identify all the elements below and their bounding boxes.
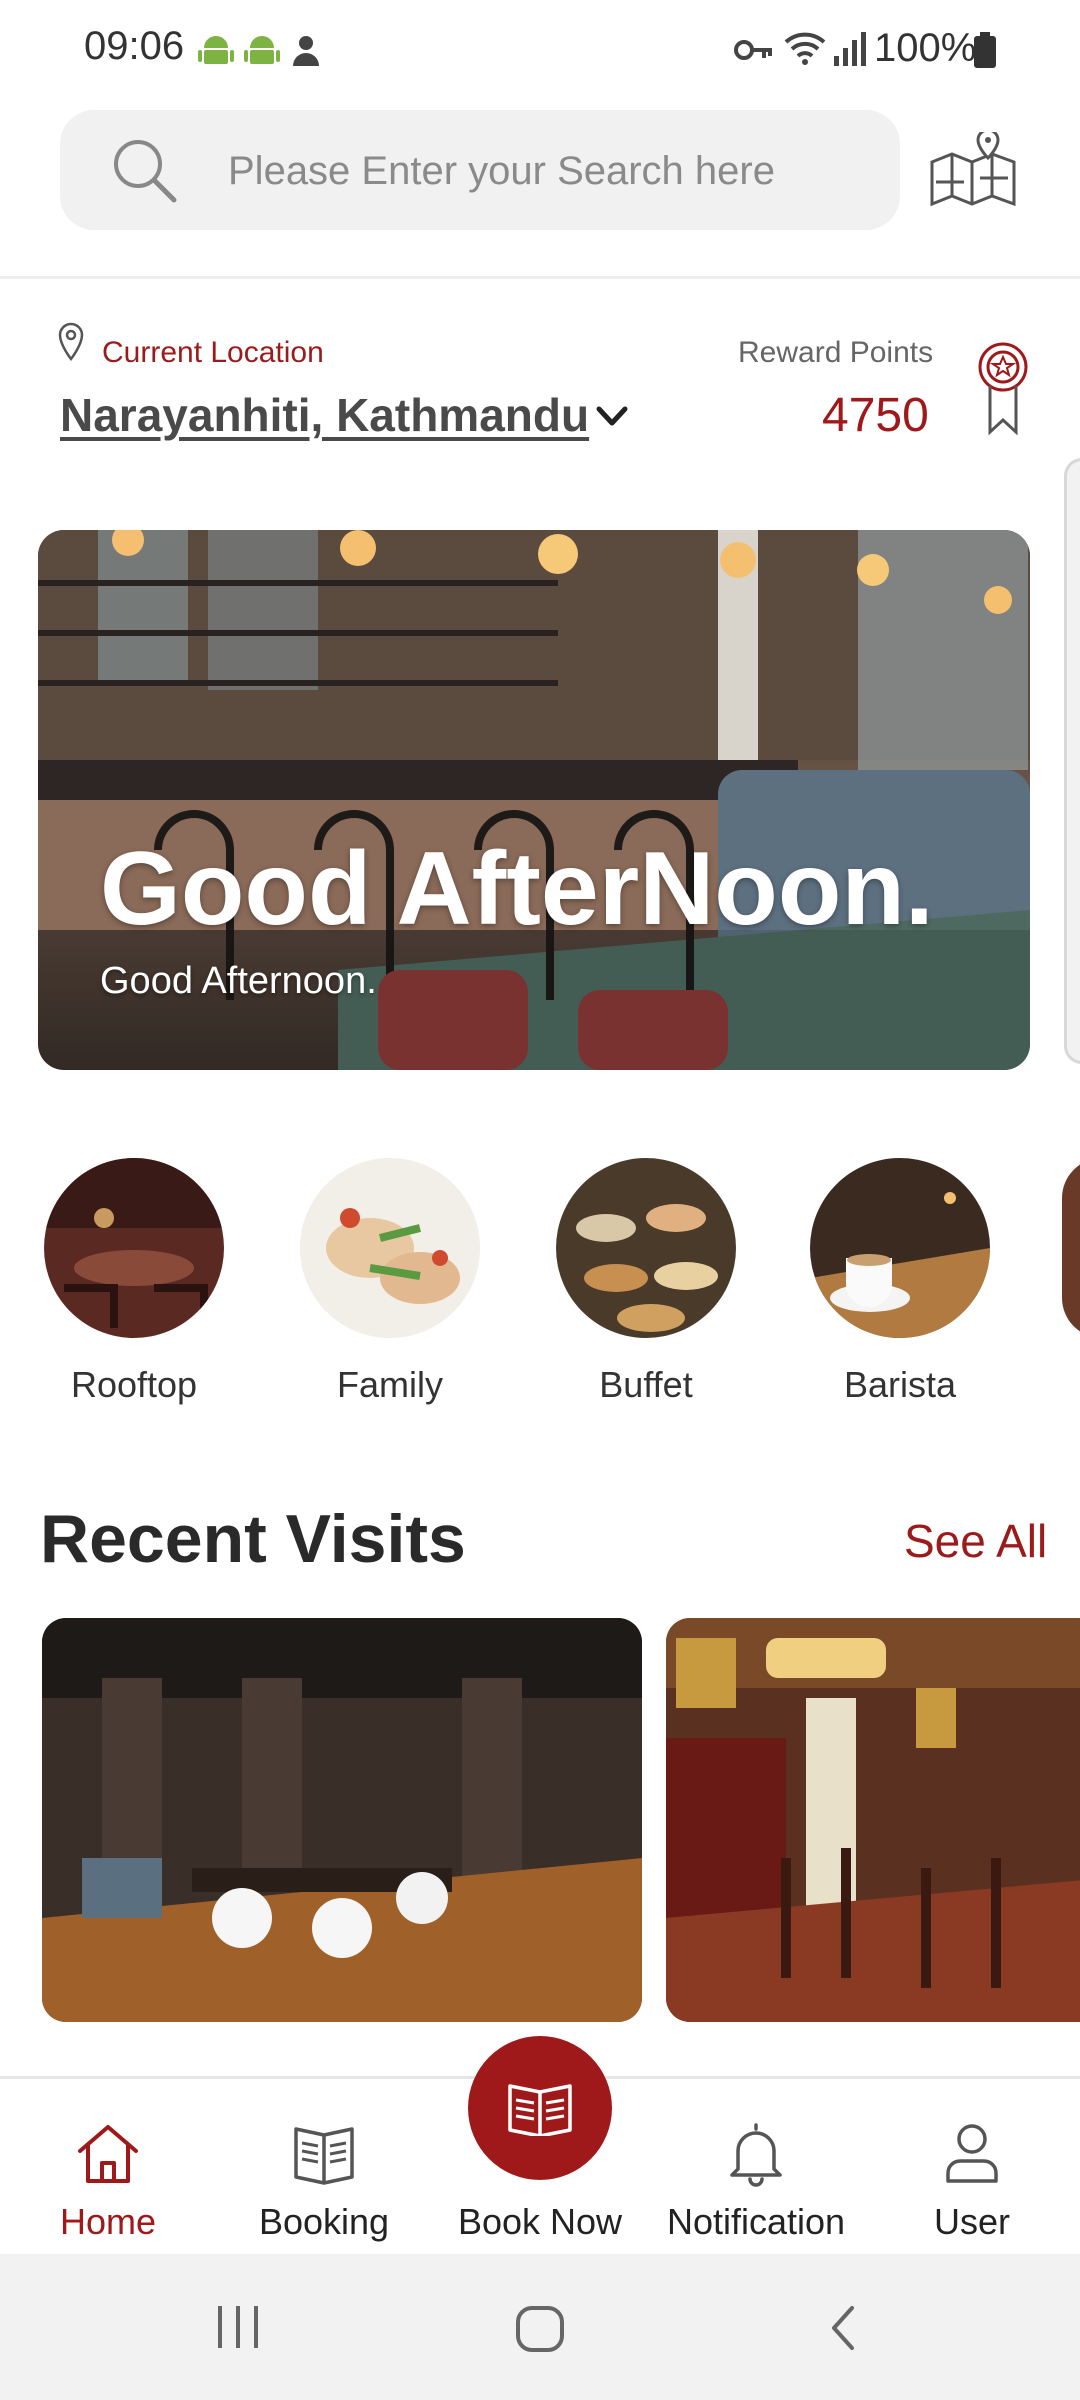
category-family[interactable]: Family	[280, 1158, 500, 1406]
reward-points-label: Reward Points	[738, 336, 934, 369]
nav-booking[interactable]: Booking	[216, 2079, 432, 2257]
current-location-label: Current Location	[102, 336, 324, 369]
location-pin-icon	[58, 322, 84, 362]
recent-visits-title: Recent Visits	[40, 1501, 466, 1577]
next-banner-peek[interactable]	[1064, 458, 1080, 1064]
category-image	[300, 1158, 480, 1338]
category-image	[810, 1158, 990, 1338]
category-image	[44, 1158, 224, 1338]
search-icon	[114, 140, 177, 203]
battery-icon	[974, 32, 996, 68]
location-selector[interactable]: Narayanhiti, Kathmandu	[60, 388, 589, 442]
book-icon	[294, 2127, 354, 2185]
bell-icon	[730, 2123, 782, 2187]
see-all-link[interactable]: See All	[904, 1514, 1047, 1568]
search-input[interactable]	[226, 136, 870, 206]
battery-percent: 100%	[874, 26, 977, 70]
category-peek[interactable]	[1062, 1158, 1080, 1338]
android-icon	[198, 36, 234, 64]
wifi-icon	[784, 32, 826, 65]
recent-visit-card[interactable]	[666, 1618, 1080, 2022]
status-bar: 09:06 100%	[0, 0, 1080, 100]
system-nav-bar	[0, 2254, 1080, 2400]
category-barista[interactable]: Barista	[790, 1158, 1010, 1406]
nav-label: Book Now	[457, 2201, 623, 2242]
nav-label: Home	[59, 2201, 157, 2242]
signal-icon	[834, 32, 866, 66]
back-icon[interactable]	[826, 2304, 860, 2352]
nav-notification[interactable]: Notification	[648, 2079, 864, 2257]
map-icon[interactable]	[928, 132, 1018, 208]
chevron-down-icon[interactable]	[596, 406, 628, 428]
category-label: Rooftop	[70, 1364, 198, 1405]
banner-subtitle: Good Afternoon.	[100, 960, 377, 1002]
reward-badge-icon[interactable]	[976, 340, 1030, 436]
banner-title: Good AfterNoon.	[100, 831, 934, 947]
nav-label: Notification	[666, 2201, 846, 2242]
vpn-key-icon	[734, 40, 772, 60]
header-divider	[0, 276, 1080, 279]
book-now-button[interactable]	[468, 2036, 612, 2180]
category-image	[556, 1158, 736, 1338]
recent-visit-card[interactable]	[42, 1618, 642, 2022]
open-book-icon	[508, 2084, 572, 2136]
category-buffet[interactable]: Buffet	[536, 1158, 756, 1406]
nav-label: User	[933, 2201, 1010, 2242]
promo-banner[interactable]: Good AfterNoon. Good Afternoon.	[38, 530, 1030, 1070]
nav-user[interactable]: User	[864, 2079, 1080, 2257]
recent-apps-icon[interactable]	[214, 2304, 264, 2350]
status-time: 09:06	[84, 24, 185, 68]
category-label: Family	[337, 1364, 443, 1405]
nav-home[interactable]: Home	[0, 2079, 216, 2257]
category-label: Barista	[843, 1364, 957, 1405]
reward-points-value: 4750	[822, 389, 929, 442]
search-bar[interactable]	[60, 110, 900, 230]
restaurant-image	[666, 1618, 1080, 2022]
home-icon	[78, 2125, 138, 2183]
android-icon	[244, 36, 280, 64]
category-rooftop[interactable]: Rooftop	[24, 1158, 244, 1406]
home-button-icon[interactable]	[514, 2304, 566, 2354]
restaurant-image	[42, 1618, 642, 2022]
user-icon	[946, 2124, 998, 2183]
nav-label: Booking	[258, 2201, 390, 2242]
category-label: Buffet	[599, 1364, 693, 1405]
person-icon	[293, 36, 319, 66]
